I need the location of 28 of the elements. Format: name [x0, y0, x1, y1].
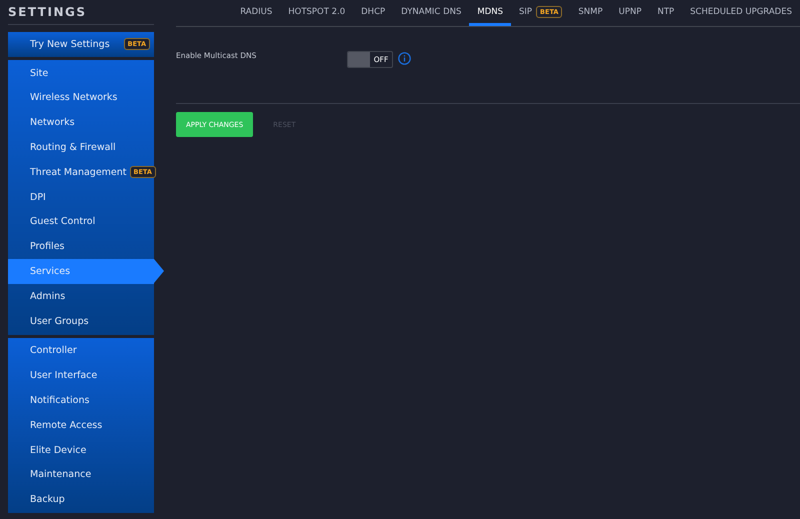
sidebar-item[interactable]: Elite Device	[8, 438, 154, 463]
tab[interactable]: DYNAMIC DNS	[393, 0, 470, 26]
sidebar-item[interactable]: Routing & Firewall	[8, 135, 154, 160]
sidebar-title: SETTINGS	[8, 0, 154, 25]
sidebar-item[interactable]: Maintenance	[8, 462, 154, 488]
tab[interactable]: SNMP	[570, 0, 611, 26]
tab[interactable]: SCHEDULED UPGRADES	[682, 0, 800, 26]
sidebar-item[interactable]: Controller	[8, 338, 154, 364]
sidebar-item[interactable]: Admins	[8, 284, 154, 309]
tab[interactable]: RADIUS	[232, 0, 280, 26]
sidebar-item[interactable]: Remote Access	[8, 412, 154, 438]
info-icon[interactable]	[398, 52, 411, 65]
tab[interactable]: UPNP	[610, 0, 650, 26]
sidebar-item[interactable]: DPI	[8, 184, 154, 210]
sidebar-item[interactable]: Backup	[8, 487, 154, 512]
sidebar-item[interactable]: Wireless Networks	[8, 86, 154, 110]
tab[interactable]: NTP	[649, 0, 682, 26]
sidebar-item[interactable]: Site	[8, 60, 154, 86]
tab[interactable]: HOTSPOT 2.0	[280, 0, 354, 26]
sidebar-item[interactable]: Guest Control	[8, 210, 154, 234]
tab[interactable]: MDNS	[469, 0, 512, 26]
sidebar-item[interactable]: User Interface	[8, 363, 154, 388]
sidebar-item[interactable]: Notifications	[8, 388, 154, 413]
sidebar-item[interactable]: User Groups	[8, 308, 154, 334]
pointer-icon	[154, 259, 164, 284]
sidebar-item[interactable]: Networks	[8, 110, 154, 136]
sidebar-item[interactable]: Profiles	[8, 234, 154, 260]
tab[interactable]: DHCP	[353, 0, 394, 26]
